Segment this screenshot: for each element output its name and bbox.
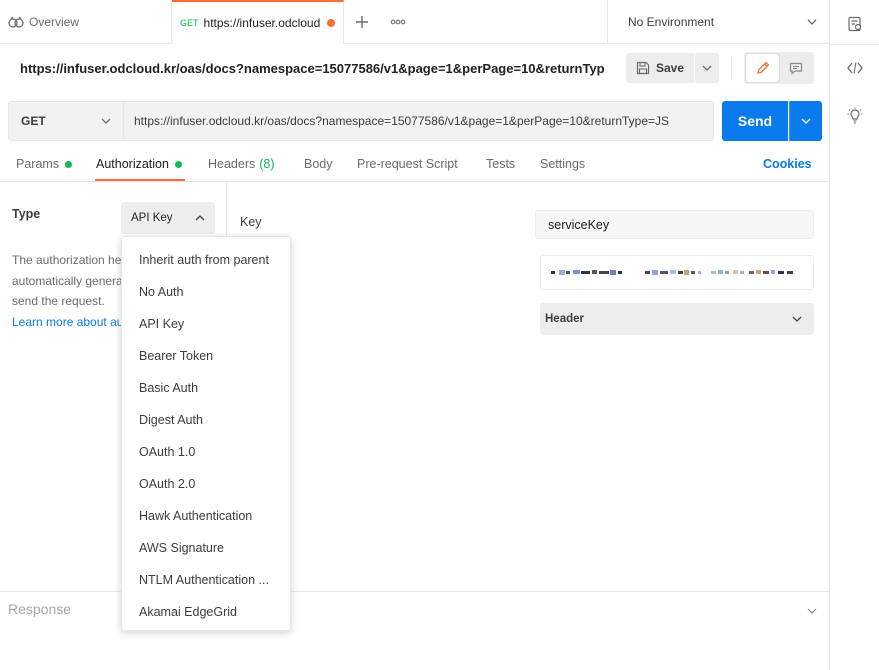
- auth-type-option[interactable]: Bearer Token: [122, 340, 290, 372]
- lightbulb-icon: [847, 107, 863, 124]
- learn-more-link[interactable]: Learn more about authorization: [12, 312, 124, 333]
- tab-prerequest-script[interactable]: Pre-request Script: [357, 157, 458, 171]
- method-select[interactable]: GET: [9, 102, 124, 140]
- tab-params-label: Params: [16, 157, 60, 171]
- environment-label: No Environment: [628, 14, 715, 29]
- chevron-up-icon: [195, 215, 205, 221]
- auth-type-option[interactable]: No Auth: [122, 276, 290, 308]
- auth-type-option[interactable]: Hawk Authentication: [122, 500, 290, 532]
- status-dot: [174, 160, 182, 168]
- code-snippet-button[interactable]: [830, 52, 879, 84]
- add-to-value: Header: [545, 313, 584, 325]
- response-toggle[interactable]: [807, 602, 817, 617]
- auth-type-option[interactable]: Digest Auth: [122, 404, 290, 436]
- plus-icon: [356, 15, 368, 28]
- method-label: GET: [21, 114, 46, 128]
- comments-button[interactable]: [779, 54, 812, 82]
- auth-description: The authorization header will be automat…: [12, 250, 124, 332]
- send-options-button[interactable]: [789, 101, 822, 141]
- overview-icon: [8, 16, 24, 28]
- more-icon: [390, 19, 406, 24]
- chevron-down-icon: [101, 118, 111, 124]
- unsaved-dot: [327, 19, 336, 27]
- tab-request-label: https://infuser.odcloud: [203, 16, 321, 30]
- save-group: Save: [626, 53, 719, 83]
- headers-count: (8): [259, 157, 275, 171]
- send-button[interactable]: Send: [722, 101, 788, 141]
- save-label: Save: [655, 61, 685, 75]
- auth-type-option[interactable]: OAuth 1.0: [122, 436, 290, 468]
- save-button[interactable]: Save: [626, 53, 694, 83]
- chevron-down-icon: [801, 118, 811, 124]
- value-input[interactable]: [540, 255, 814, 290]
- url-input[interactable]: [124, 102, 713, 140]
- environment-quicklook-button[interactable]: [830, 8, 879, 40]
- info-button[interactable]: [830, 100, 879, 132]
- chevron-down-icon: [807, 19, 817, 25]
- auth-type-option[interactable]: API Key: [122, 308, 290, 340]
- cookies-link[interactable]: Cookies: [763, 157, 812, 171]
- tab-params[interactable]: Params: [16, 157, 73, 171]
- add-to-select[interactable]: Header: [540, 303, 814, 335]
- key-label: Key: [240, 215, 262, 229]
- edit-mode-button[interactable]: [746, 54, 779, 82]
- auth-type-value: API Key: [131, 212, 173, 224]
- type-label: Type: [12, 207, 41, 221]
- pencil-icon: [756, 61, 769, 74]
- tab-tests[interactable]: Tests: [486, 157, 515, 171]
- tab-body[interactable]: Body: [304, 157, 333, 171]
- auth-type-option[interactable]: NTLM Authentication ...: [122, 564, 290, 596]
- auth-config-pane: Key serviceKey Header: [227, 182, 829, 591]
- mode-toggle: [744, 52, 814, 84]
- auth-type-option[interactable]: AWS Signature: [122, 532, 290, 564]
- tab-options-button[interactable]: [380, 0, 416, 43]
- tab-overview-label: Overview: [29, 14, 80, 29]
- tab-headers-label: Headers: [208, 157, 256, 171]
- request-tabs: Params Authorization Headers (8) Body Pre…: [0, 147, 829, 182]
- auth-description-line: automatically generated when you: [12, 273, 124, 288]
- tab-method-label: GET: [180, 18, 199, 28]
- status-dot: [65, 160, 73, 168]
- auth-type-dropdown: Inherit auth from parent No Auth API Key Be…: [121, 236, 291, 631]
- save-options-button[interactable]: [695, 53, 719, 83]
- tab-authorization-label: Authorization: [96, 157, 169, 171]
- auth-type-option[interactable]: OAuth 2.0: [122, 468, 290, 500]
- auth-type-option[interactable]: Akamai EdgeGrid: [122, 596, 290, 628]
- environment-quicklook-icon: [848, 16, 862, 32]
- right-sidebar: [829, 0, 879, 670]
- send-group: Send: [722, 101, 822, 141]
- url-bar: GET: [8, 101, 714, 141]
- active-tab-indicator: [95, 179, 185, 181]
- auth-description-line: The authorization header will be: [12, 253, 124, 267]
- comment-icon: [789, 62, 802, 75]
- tab-request[interactable]: GET https://infuser.odcloud: [172, 0, 344, 44]
- tab-overview[interactable]: Overview: [0, 0, 172, 43]
- response-label: Response: [8, 601, 72, 617]
- auth-type-option[interactable]: Basic Auth: [122, 372, 290, 404]
- sidebar-divider: [830, 44, 879, 45]
- save-icon: [636, 61, 650, 75]
- code-icon: [847, 62, 863, 74]
- request-header: https://infuser.odcloud.kr/oas/docs?name…: [0, 44, 829, 94]
- redacted-value: [551, 269, 793, 275]
- request-title[interactable]: https://infuser.odcloud.kr/oas/docs?name…: [20, 61, 605, 76]
- tab-settings[interactable]: Settings: [540, 157, 585, 171]
- auth-description-line: send the request.: [12, 294, 105, 308]
- environment-select[interactable]: No Environment: [607, 0, 829, 43]
- new-tab-button[interactable]: [344, 0, 380, 43]
- key-input[interactable]: serviceKey: [535, 210, 814, 239]
- chevron-down-icon: [702, 65, 712, 71]
- tab-headers[interactable]: Headers (8): [208, 157, 275, 171]
- chevron-down-icon: [807, 608, 817, 614]
- auth-type-option[interactable]: Inherit auth from parent: [122, 244, 290, 276]
- auth-type-select[interactable]: API Key: [121, 202, 215, 234]
- chevron-down-icon: [792, 316, 802, 322]
- tab-authorization[interactable]: Authorization: [96, 157, 182, 171]
- toolbar-divider: [731, 56, 732, 80]
